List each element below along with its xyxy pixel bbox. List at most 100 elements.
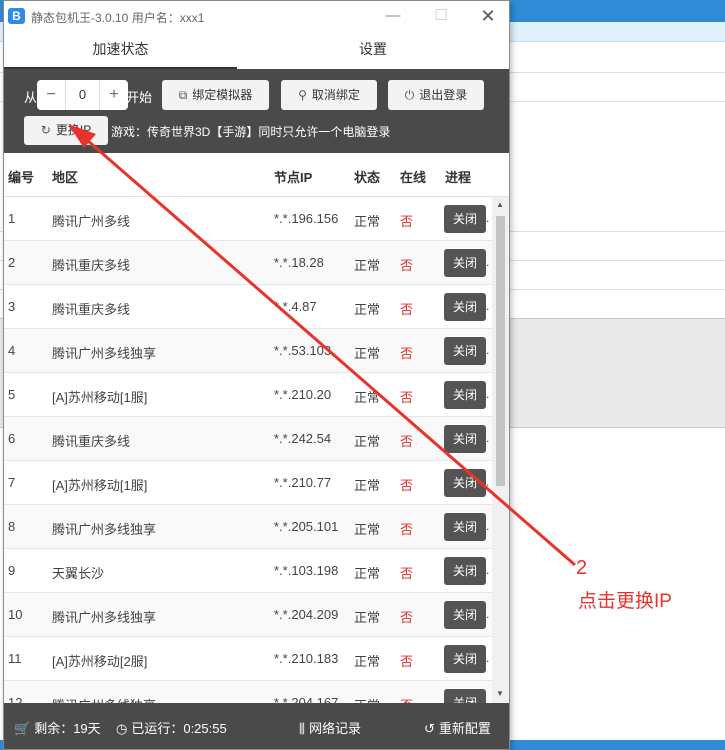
table-row[interactable]: 10 腾讯广州多线独享 *.*.204.209 正常 否 关闭. xyxy=(4,593,492,637)
table-row[interactable]: 1 腾讯广州多线 *.*.196.156 正常 否 关闭. xyxy=(4,197,492,241)
row-node-ip: *.*.204.167 xyxy=(274,695,339,703)
title-bar[interactable]: B 静态包机王-3.0.10 用户名：xxx1 — ☐ ✕ xyxy=(4,1,509,32)
runtime: ◷ 已运行：0:25:55 xyxy=(116,718,227,737)
stepper-value-input[interactable]: 0 xyxy=(65,80,100,110)
change-ip-button[interactable]: ↻ 更换IP xyxy=(24,116,108,145)
maximize-button[interactable]: ☐ xyxy=(427,5,455,27)
table-row[interactable]: 6 腾讯重庆多线 *.*.242.54 正常 否 关闭. xyxy=(4,417,492,461)
row-node-ip: *.*.103.198 xyxy=(274,563,339,578)
row-region: 腾讯广州多线独享 xyxy=(52,610,157,625)
close-process-button[interactable]: 关闭 xyxy=(444,557,486,585)
close-process-button[interactable]: 关闭 xyxy=(444,293,486,321)
row-status: 正常 xyxy=(354,695,380,703)
reconfigure-button[interactable]: ↺ 重新配置 xyxy=(424,718,491,737)
reconfigure-label: 重新配置 xyxy=(438,721,491,736)
close-process-button[interactable]: 关闭 xyxy=(444,513,486,541)
column-header-process: 进程 xyxy=(445,170,472,185)
row-status: 正常 xyxy=(354,214,381,229)
table-row[interactable]: 9 天翼长沙 *.*.103.198 正常 否 关闭. xyxy=(4,549,492,593)
column-header-status: 状态 xyxy=(354,170,381,185)
row-region: [A]苏州移动[1服] xyxy=(52,478,148,493)
row-node-ip: *.*.242.54 xyxy=(274,431,332,446)
close-process-button[interactable]: 关闭 xyxy=(444,205,486,233)
row-overflow-dot: . xyxy=(486,695,490,703)
close-process-button[interactable]: 关闭 xyxy=(444,645,486,673)
close-process-button[interactable]: 关闭 xyxy=(444,249,486,277)
network-log-label: 网络记录 xyxy=(308,721,361,736)
runtime-text: 已运行：0:25:55 xyxy=(131,721,227,736)
stepper-decrement-button[interactable]: − xyxy=(37,80,65,110)
game-info-text: 游戏：传奇世界3D【手游】同时只允许一个电脑登录 xyxy=(111,125,391,139)
table-row[interactable]: 2 腾讯重庆多线 *.*.18.28 正常 否 关闭. xyxy=(4,241,492,285)
scroll-up-arrow-icon[interactable]: ▲ xyxy=(496,200,504,209)
tab-settings[interactable]: 设置 xyxy=(237,32,509,69)
unbind-label: 取消绑定 xyxy=(311,88,360,102)
close-process-button[interactable]: 关闭 xyxy=(444,601,486,629)
row-online: 否 xyxy=(400,478,414,493)
row-number: 1 xyxy=(8,211,16,226)
link-box-icon: ⧉ xyxy=(178,88,188,102)
row-status: 正常 xyxy=(354,610,381,625)
row-node-ip: *.*.204.209 xyxy=(274,607,339,622)
table-row[interactable]: 8 腾讯广州多线独享 *.*.205.101 正常 否 关闭. xyxy=(4,505,492,549)
row-number: 3 xyxy=(8,299,16,314)
close-process-button[interactable]: 关闭 xyxy=(444,469,486,497)
row-number: 9 xyxy=(8,563,16,578)
row-region: [A]苏州移动[2服] xyxy=(52,654,148,669)
row-status: 正常 xyxy=(354,390,381,405)
unbind-button[interactable]: ⚲ 取消绑定 xyxy=(281,80,377,110)
row-overflow-dot: . xyxy=(486,475,490,489)
row-node-ip: *.*.210.183 xyxy=(274,651,339,666)
row-status: 正常 xyxy=(354,302,381,317)
tab-acceleration-status[interactable]: 加速状态 xyxy=(4,32,237,69)
close-process-button[interactable]: 关闭 xyxy=(444,689,486,703)
logout-button[interactable]: ⏻ 退出登录 xyxy=(388,80,484,110)
row-overflow-dot: . xyxy=(486,563,490,577)
row-overflow-dot: . xyxy=(486,343,490,357)
table-row[interactable]: 11 [A]苏州移动[2服] *.*.210.183 正常 否 关闭. xyxy=(4,637,492,681)
row-online: 否 xyxy=(400,302,414,317)
remaining-days-text: 剩余：19天 xyxy=(34,721,101,736)
table-row[interactable]: 3 腾讯重庆多线 *.*.4.87 正常 否 关闭. xyxy=(4,285,492,329)
scroll-thumb[interactable] xyxy=(496,216,505,486)
row-number: 8 xyxy=(8,519,16,534)
stepper-increment-button[interactable]: + xyxy=(100,80,128,110)
table-row[interactable]: 12 腾讯广州多线独享 *.*.204.167 正常 否 关闭. xyxy=(4,681,492,703)
row-online: 否 xyxy=(400,654,414,669)
table-row[interactable]: 7 [A]苏州移动[1服] *.*.210.77 正常 否 关闭. xyxy=(4,461,492,505)
row-status: 正常 xyxy=(354,346,381,361)
close-process-button[interactable]: 关闭 xyxy=(444,425,486,453)
row-node-ip: *.*.53.103 xyxy=(274,343,332,358)
annotation-instruction: 点击更换IP xyxy=(578,591,672,612)
column-header-region: 地区 xyxy=(52,170,79,185)
column-header-node-ip: 节点IP xyxy=(274,170,313,185)
table-scrollbar[interactable]: ▲ ▼ xyxy=(492,197,509,703)
row-status: 正常 xyxy=(354,654,381,669)
toolbar: 从 − 0 + 开始 ⧉ 绑定模拟器 ⚲ 取消绑定 ⏻ 退出登录 ↻ 更换IP 游戏：传… xyxy=(4,69,509,153)
remaining-days: 🛒 剩余：19天 xyxy=(14,718,101,737)
row-overflow-dot: . xyxy=(486,607,490,621)
row-overflow-dot: . xyxy=(486,651,490,665)
node-table: 1 腾讯广州多线 *.*.196.156 正常否关闭. 2 腾讯重庆多线 *.*.18.28… xyxy=(4,197,509,703)
close-process-button[interactable]: 关闭 xyxy=(444,337,486,365)
close-window-button[interactable]: ✕ xyxy=(474,5,502,27)
close-process-button[interactable]: 关闭 xyxy=(444,381,486,409)
scroll-down-arrow-icon[interactable]: ▼ xyxy=(496,689,504,698)
row-region: 腾讯重庆多线 xyxy=(52,434,131,449)
row-overflow-dot: . xyxy=(486,211,490,225)
bind-emulator-button[interactable]: ⧉ 绑定模拟器 xyxy=(162,80,269,110)
table-row[interactable]: 5 [A]苏州移动[1服] *.*.210.20 正常 否 关闭. xyxy=(4,373,492,417)
cart-icon: 🛒 xyxy=(14,721,31,736)
table-row[interactable]: 4 腾讯广州多线独享 *.*.53.103 正常 否 关闭. xyxy=(4,329,492,373)
row-region: 腾讯重庆多线 xyxy=(52,258,131,273)
row-region: 天翼长沙 xyxy=(52,566,105,581)
network-log-button[interactable]: ⫼ 网络记录 xyxy=(299,718,361,737)
row-status: 正常 xyxy=(354,566,381,581)
app-logo: B xyxy=(8,8,25,24)
row-number: 10 xyxy=(8,607,23,622)
row-node-ip: *.*.210.77 xyxy=(274,475,332,490)
app-window: B 静态包机王-3.0.10 用户名：xxx1 — ☐ ✕ 加速状态 设置 从 … xyxy=(3,0,510,750)
link-icon: ⚲ xyxy=(298,88,307,102)
minimize-button[interactable]: — xyxy=(379,5,407,27)
row-number: 2 xyxy=(8,255,16,270)
